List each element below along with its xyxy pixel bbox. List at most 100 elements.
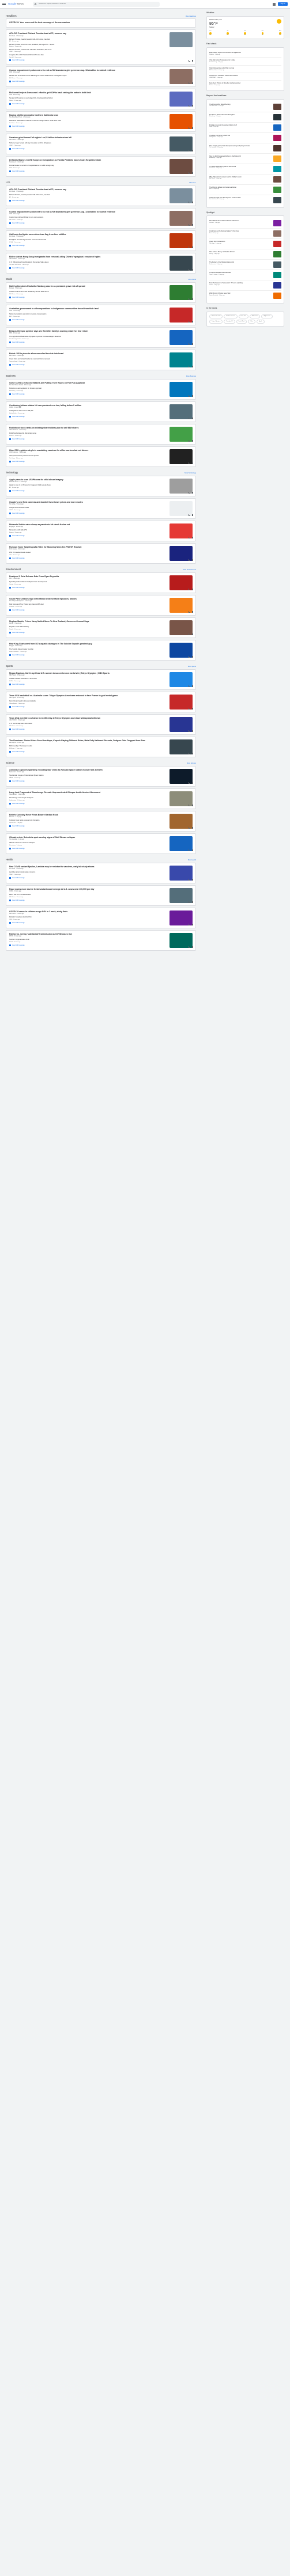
story-headline[interactable]: Megan Rapinoe, Carli Lloyd lead U.S. wom… — [9, 672, 166, 674]
story-headline[interactable]: AFL-CIO President Richard Trumka dead at… — [9, 32, 166, 35]
side-list-item[interactable]: Claim that vaccines alter DNA is wrong AF… — [209, 66, 281, 74]
search-input[interactable]: Search for topics, locations & sources — [33, 1, 160, 7]
story-headline[interactable]: Rumour: Sony Targeting AAA Titles for St… — [9, 546, 166, 548]
bookmark-icon[interactable] — [191, 298, 193, 300]
story-headline[interactable]: Belarus Olympic sprinter says she fled a… — [9, 330, 166, 332]
full-coverage-button[interactable]: View Full Coverage — [9, 632, 166, 634]
related-headline[interactable]: Apple to scan U.S. iPhones for images of… — [9, 484, 166, 486]
side-list-item[interactable]: The Most Beautiful National Parks Travel … — [209, 270, 281, 281]
side-list-item[interactable]: Is It Safe? What Every Parent Should Ask… — [209, 164, 281, 174]
related-headline[interactable]: Spectacular images of international Spac… — [9, 775, 166, 776]
topic-chip[interactable]: Apple — [257, 319, 265, 324]
side-list-item[interactable]: The Mystery of the Missing Manuscript Smi… — [209, 260, 281, 271]
story-headline[interactable]: Astronaut captures sparkling 'shooting s… — [9, 769, 166, 771]
story-headline[interactable]: The Rundown: Shohei Gives Fans New Hope,… — [9, 739, 166, 742]
topic-chip[interactable]: Richard Trumka — [209, 314, 223, 318]
story-headline[interactable]: Long-Lost Fragment of Stonehenge Reveals… — [9, 791, 166, 794]
share-icon[interactable] — [189, 343, 190, 345]
share-icon[interactable] — [189, 462, 190, 464]
section-title[interactable]: U.S. — [6, 181, 10, 184]
topic-chip[interactable]: Robinhood — [249, 314, 261, 318]
related-headline[interactable]: Richard Trumka, head of AFL-CIO labor fe… — [9, 49, 166, 51]
full-coverage-button[interactable]: View Full Coverage — [9, 490, 166, 492]
full-coverage-button[interactable]: View Full Coverage — [9, 654, 166, 657]
section-title[interactable]: Science — [6, 761, 14, 764]
related-headline[interactable]: Uber posts narrow profit for second quar… — [9, 455, 166, 457]
side-list-item[interactable]: The Princes Who Would Be King The New Yor… — [209, 102, 281, 112]
bookmark-icon[interactable] — [191, 655, 193, 658]
bookmark-icon[interactable] — [191, 365, 193, 367]
share-icon[interactable] — [189, 633, 190, 635]
story-headline[interactable]: Some COVID-19 Vaccine Makers Are Putting… — [9, 382, 166, 384]
section-more-link[interactable]: More Headlines — [186, 16, 196, 17]
share-icon[interactable] — [189, 588, 190, 590]
story-headline[interactable]: How King Shark went from DC's aquatic da… — [9, 643, 166, 645]
full-coverage-button[interactable]: View Full Coverage — [9, 438, 166, 441]
full-coverage-button[interactable]: View Full Coverage — [9, 557, 166, 560]
side-list-item[interactable]: The Rise and Fall of a Rock Star Rolling … — [209, 133, 281, 143]
bookmark-icon[interactable] — [191, 246, 193, 248]
share-icon[interactable] — [189, 730, 190, 732]
share-icon[interactable] — [189, 946, 190, 948]
share-icon[interactable] — [189, 417, 190, 419]
side-list-item[interactable]: Inside the Fight Over the Supreme Court'… — [209, 195, 281, 205]
full-coverage-button[interactable]: View Full Coverage — [9, 59, 166, 62]
share-icon[interactable] — [189, 298, 190, 300]
related-headline[interactable]: Firefighter rescues flag as blaze consum… — [9, 239, 166, 241]
story-headline[interactable]: Senators grind toward 'all-nighter' on $… — [9, 136, 166, 139]
bookmark-icon[interactable] — [191, 804, 193, 806]
related-headline[interactable]: Dixie Fire: Greenville in ruins as fire … — [9, 120, 166, 122]
related-headline[interactable]: U.S. Offers Hong Kong Residents Temporar… — [9, 261, 166, 263]
related-headline[interactable]: PS5 VR headset details leaked — [9, 552, 166, 553]
full-coverage-button[interactable]: View Full Coverage — [9, 319, 166, 321]
section-more-link[interactable]: More Science — [187, 762, 196, 764]
bookmark-icon[interactable] — [191, 462, 193, 464]
share-icon[interactable] — [189, 365, 190, 367]
section-more-link[interactable]: More Sports — [188, 666, 196, 667]
related-headline[interactable]: Pediatric hospitals stretched thin — [9, 916, 166, 918]
story-headline[interactable]: Fairfax Co. seeing 'substantial' transmi… — [9, 933, 166, 935]
menu-icon[interactable] — [2, 2, 6, 6]
related-headline[interactable]: Florida breaks its record for hospitaliz… — [9, 165, 166, 166]
full-coverage-button[interactable]: View Full Coverage — [9, 803, 166, 805]
story-headline[interactable]: Continuing jobless claims hit new pandem… — [9, 404, 166, 407]
full-coverage-button[interactable]: View Full Coverage — [9, 751, 166, 753]
bookmark-icon[interactable] — [191, 104, 193, 107]
related-headline[interactable]: Israeli clubs and hotels bracket as new … — [9, 358, 166, 360]
side-list-item[interactable]: Why Afghanistan's women fear the Taliban… — [209, 174, 281, 185]
related-headline[interactable]: Kevin Durant leads USA past Australia — [9, 700, 166, 702]
story-headline[interactable]: Robinhood stock tanks on existing shareh… — [9, 427, 166, 429]
bookmark-icon[interactable] — [191, 536, 193, 538]
side-list-item[interactable]: A look back at the National Gallery's fi… — [209, 229, 281, 240]
full-coverage-button[interactable]: View Full Coverage — [9, 103, 166, 105]
topic-chip[interactable]: Uber — [248, 319, 256, 324]
full-coverage-button[interactable]: View Full Coverage — [9, 126, 166, 128]
share-icon[interactable] — [189, 104, 190, 107]
section-more-link[interactable]: More Entertainment — [183, 569, 196, 571]
share-icon[interactable] — [189, 536, 190, 538]
story-headline[interactable]: Google's new Nest cameras and doorbell h… — [9, 501, 166, 503]
full-coverage-button[interactable]: View Full Coverage — [9, 587, 166, 589]
share-icon[interactable] — [189, 394, 190, 397]
bookmark-icon[interactable] — [191, 946, 193, 948]
bookmark-icon[interactable] — [191, 268, 193, 271]
side-list-item[interactable]: Opera Tech Confessions The Verge · 2 days… — [209, 239, 281, 250]
topic-chip[interactable]: Andrew Cuomo — [224, 314, 238, 318]
related-headline[interactable]: Robinhood shares fall after sharp surge — [9, 433, 166, 434]
share-icon[interactable] — [189, 878, 190, 881]
full-coverage-button[interactable]: View Full Coverage — [9, 461, 166, 463]
side-list-item[interactable]: From 'Ted Lasso' to 'Succession': TV we'… — [209, 280, 281, 291]
story-thumbnail[interactable] — [170, 32, 193, 47]
related-headline[interactable]: Matt Stone and Trey Parker sign ViacomCB… — [9, 604, 166, 605]
full-coverage-button[interactable]: View Full Coverage — [9, 706, 166, 708]
bookmark-icon[interactable] — [191, 878, 193, 881]
related-headline[interactable]: Meghan marks 40th birthday — [9, 626, 166, 628]
apps-icon[interactable] — [273, 2, 276, 6]
bookmark-icon[interactable] — [191, 343, 193, 345]
share-icon[interactable] — [189, 223, 190, 226]
related-headline[interactable]: Longtime AFL-CIO President Richard Trumk… — [9, 54, 166, 56]
full-coverage-button[interactable]: View Full Coverage — [9, 922, 166, 924]
side-list-item[interactable]: The Prince Behind Their Saudi Kingdom Blo… — [209, 112, 281, 123]
related-headline[interactable]: Guinea confirms first case of Marburg vi… — [9, 291, 166, 293]
share-icon[interactable] — [189, 685, 190, 687]
